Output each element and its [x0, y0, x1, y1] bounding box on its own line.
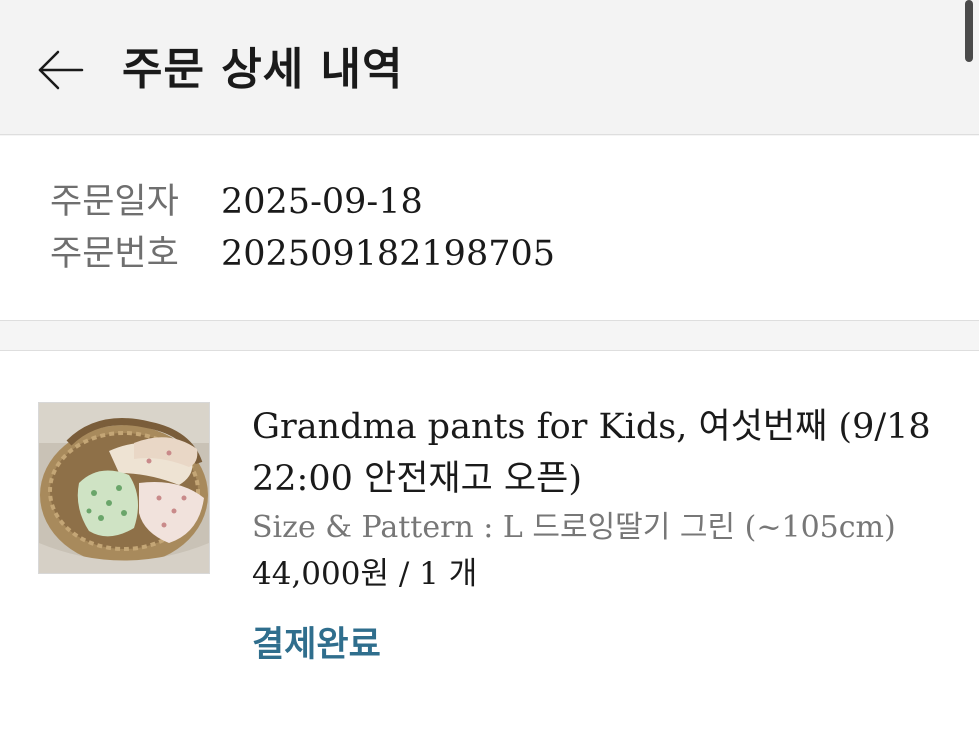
product-thumbnail[interactable] [38, 402, 210, 574]
order-date-label: 주문일자 [50, 182, 179, 222]
order-item-section: Grandma pants for Kids, 여섯번째 (9/18 22:00… [0, 350, 979, 751]
back-button[interactable] [30, 40, 90, 100]
product-option: Size & Pattern : L 드로잉딸기 그린 (~105cm) [252, 510, 896, 545]
order-number-row: 주문번호 202509182198705 [50, 230, 555, 278]
app-header: 주문 상세 내역 [0, 0, 979, 135]
page-title: 주문 상세 내역 [122, 44, 404, 95]
order-date-value: 2025-09-18 [221, 182, 423, 222]
order-info-section: 주문일자 2025-09-18 주문번호 202509182198705 [0, 136, 979, 321]
product-price-quantity: 44,000원 / 1 개 [252, 556, 478, 592]
arrow-left-icon [30, 40, 90, 100]
order-number-value: 202509182198705 [221, 234, 556, 274]
order-number-label: 주문번호 [50, 234, 179, 274]
scrollbar-thumb[interactable] [965, 0, 973, 62]
order-date-row: 주문일자 2025-09-18 [50, 178, 423, 226]
product-name[interactable]: Grandma pants for Kids, 여섯번째 (9/18 22:00… [252, 401, 932, 505]
payment-status: 결제완료 [252, 624, 381, 665]
